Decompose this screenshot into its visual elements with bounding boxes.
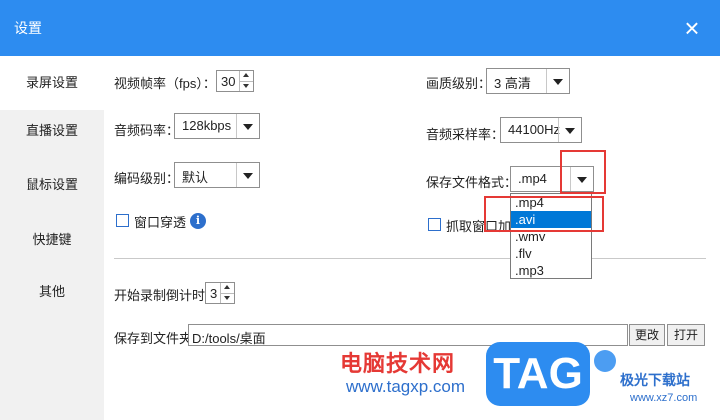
quality-select[interactable]: 3 高清 — [486, 68, 570, 94]
watermark-site2-url: www.xz7.com — [630, 392, 698, 404]
countdown-stepper[interactable]: 3 — [205, 282, 235, 304]
quality-label: 画质级别： — [426, 76, 492, 91]
fps-spin-buttons — [239, 71, 253, 91]
window-through-label: 窗口穿透 — [134, 215, 187, 230]
sidebar-item-record-settings[interactable]: 录屏设置 — [0, 56, 104, 110]
fps-down-icon[interactable] — [240, 81, 253, 91]
sample-rate-label: 音频采样率： — [426, 127, 505, 142]
fps-label: 视频帧率（fps）： — [114, 76, 216, 91]
format-value: .mp4 — [518, 171, 547, 186]
encode-level-select[interactable]: 默认 — [174, 162, 260, 188]
countdown-label: 开始录制倒计时: — [114, 288, 209, 303]
close-icon[interactable]: × — [676, 12, 708, 44]
format-label: 保存文件格式： — [426, 175, 518, 190]
encode-level-label: 编码级别： — [114, 171, 180, 186]
chevron-down-icon — [558, 118, 581, 142]
audio-bitrate-label: 音频码率： — [114, 123, 180, 138]
change-folder-button[interactable]: 更改 — [629, 324, 665, 346]
sidebar-item-mouse-settings[interactable]: 鼠标设置 — [0, 158, 104, 212]
chevron-down-icon — [546, 69, 569, 93]
chevron-down-icon — [236, 163, 259, 187]
sidebar-item-other[interactable]: 其他 — [0, 265, 104, 319]
watermark-site2-name: 极光下载站 — [620, 372, 690, 388]
sidebar-item-hotkeys[interactable]: 快捷键 — [0, 213, 104, 267]
window-title: 设置 — [14, 20, 42, 36]
folder-path-value: D:/tools/桌面 — [192, 331, 266, 346]
fps-stepper[interactable]: 30 — [216, 70, 254, 92]
section-divider — [114, 258, 706, 259]
countdown-down-icon[interactable] — [221, 293, 234, 303]
format-option-mp3[interactable]: .mp3 — [511, 262, 591, 279]
countdown-value: 3 — [210, 286, 218, 301]
watermark-tag-logo: TAG — [486, 342, 590, 406]
title-bar — [0, 0, 720, 56]
annotation-box-avi — [484, 196, 604, 232]
watermark-site-name: 电脑技术网 — [340, 351, 456, 376]
sample-rate-value: 44100Hz — [508, 122, 561, 137]
watermark-site-url: www.tagxp.com — [346, 377, 466, 396]
window-through-checkbox[interactable] — [116, 214, 129, 227]
watermark-aurora-logo-icon — [594, 350, 616, 372]
annotation-box-arrow — [560, 150, 606, 194]
encode-level-value: 默认 — [182, 170, 209, 185]
audio-bitrate-select[interactable]: 128kbps — [174, 113, 260, 139]
folder-label: 保存到文件夹: — [114, 331, 196, 346]
capture-window-checkbox[interactable] — [428, 218, 441, 231]
open-folder-button[interactable]: 打开 — [667, 324, 705, 346]
sidebar-item-live-settings[interactable]: 直播设置 — [0, 104, 104, 158]
fps-value: 30 — [221, 74, 236, 89]
format-option-flv[interactable]: .flv — [511, 245, 591, 262]
sample-rate-select[interactable]: 44100Hz — [500, 117, 582, 143]
info-icon[interactable]: i — [190, 213, 206, 229]
sidebar: 录屏设置 直播设置 鼠标设置 快捷键 其他 — [0, 56, 104, 420]
audio-bitrate-value: 128kbps — [182, 118, 232, 133]
quality-value: 3 高清 — [494, 76, 531, 91]
chevron-down-icon — [236, 114, 259, 138]
countdown-spin-buttons — [220, 283, 234, 303]
